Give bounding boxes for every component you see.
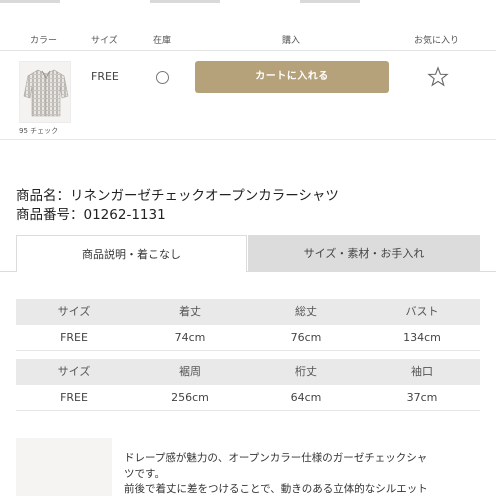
favorite-star-icon[interactable] [427, 66, 449, 88]
tab-size-material[interactable]: サイズ・素材・お手入れ [248, 235, 480, 272]
product-code: 商品番号：01262-1131 [16, 207, 166, 223]
color-label: 95 チェック [19, 127, 59, 135]
product-name: 商品名：リネンガーゼチェックオープンカラーシャツ [16, 188, 339, 204]
size-value: FREE [91, 70, 119, 83]
top-strip [0, 0, 496, 6]
table-cell: FREE [60, 391, 88, 404]
table-cell: 256cm [171, 391, 209, 404]
table-row: FREE 74cm 76cm 134cm [16, 325, 480, 351]
table-header-cell: 桁丈 [295, 365, 317, 378]
description-line: 前後で着丈に差をつけることで、動きのある立体的なシルエット [124, 483, 428, 495]
product-thumbnail[interactable] [19, 61, 71, 123]
column-purchase: 購入 [282, 36, 301, 46]
stock-table-header: カラー サイズ 在庫 購入 お気に入り [0, 27, 496, 51]
size-table-2: サイズ 裾周 桁丈 袖口 FREE 256cm 64cm 37cm [16, 359, 480, 411]
table-cell: 37cm [406, 391, 438, 404]
table-header-row: サイズ 着丈 総丈 バスト [16, 299, 480, 325]
description-image [16, 438, 112, 496]
add-to-cart-button[interactable]: カートに入れる [195, 61, 389, 93]
strip-segment [150, 0, 220, 3]
table-cell: 134cm [403, 331, 441, 344]
stock-available-icon [156, 71, 169, 84]
product-description: ドレープ感が魅力の、オープンカラー仕様のガーゼチェックシャ ツです。 前後で着丈… [124, 451, 474, 496]
table-header-cell: サイズ [57, 365, 91, 378]
shirt-image [23, 69, 69, 117]
description-line: ドレープ感が魅力の、オープンカラー仕様のガーゼチェックシャ [124, 452, 428, 464]
table-cell: 64cm [290, 391, 322, 404]
table-cell: FREE [60, 331, 88, 344]
strip-segment [0, 0, 60, 3]
table-header-cell: 総丈 [295, 305, 317, 318]
table-cell: 74cm [174, 331, 206, 344]
tab-description[interactable]: 商品説明・着こなし [16, 235, 247, 272]
table-header-cell: バスト [405, 305, 439, 318]
table-header-cell: 着丈 [179, 305, 201, 318]
stock-row: 95 チェック FREE カートに入れる [0, 52, 496, 140]
column-favorite: お気に入り [414, 36, 460, 46]
column-size: サイズ [91, 36, 118, 46]
column-stock: 在庫 [153, 36, 172, 46]
column-color: カラー [30, 36, 58, 46]
description-line: ツです。 [124, 467, 165, 480]
table-header-cell: サイズ [57, 305, 91, 318]
strip-segment [300, 0, 360, 3]
table-header-cell: 裾周 [179, 365, 201, 378]
table-row: FREE 256cm 64cm 37cm [16, 385, 480, 411]
table-header-cell: 袖口 [411, 365, 433, 378]
size-table-1: サイズ 着丈 総丈 バスト FREE 74cm 76cm 134cm [16, 299, 480, 351]
table-header-row: サイズ 裾周 桁丈 袖口 [16, 359, 480, 385]
table-cell: 76cm [290, 331, 322, 344]
